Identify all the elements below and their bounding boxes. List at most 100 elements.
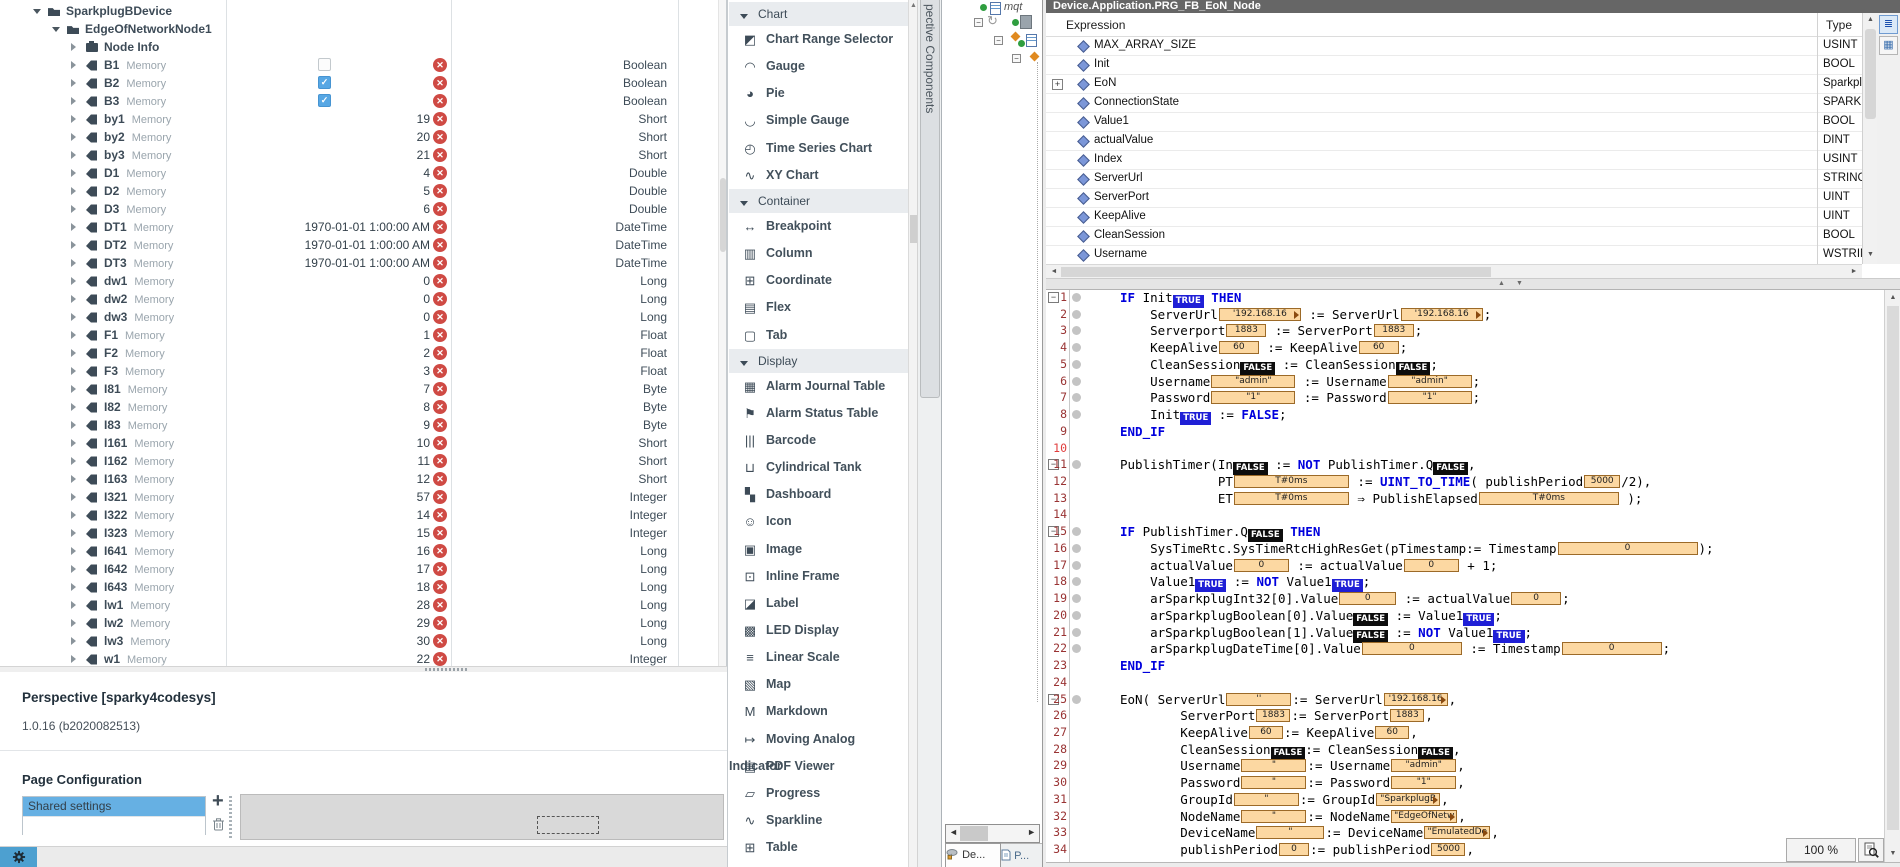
expand-arrow-icon[interactable] xyxy=(71,43,76,51)
list-resize-grip[interactable] xyxy=(229,796,232,838)
delete-tag-icon[interactable]: ✕ xyxy=(433,112,447,126)
tag-row-i163[interactable]: I163Memory12✕Short xyxy=(0,470,726,488)
delete-tag-icon[interactable]: ✕ xyxy=(433,130,447,144)
toolbox-item-tab[interactable]: ▢Tab xyxy=(729,322,908,349)
toolbox-item-linear-scale[interactable]: ≡Linear Scale xyxy=(729,644,908,671)
delete-tag-icon[interactable]: ✕ xyxy=(433,454,447,468)
column-header-type[interactable]: Type xyxy=(1826,18,1852,32)
scroll-down-arrow[interactable]: ▼ xyxy=(1885,850,1900,857)
tag-row-by3[interactable]: by3Memory21✕Short xyxy=(0,146,726,164)
tag-row-i643[interactable]: I643Memory18✕Long xyxy=(0,578,726,596)
delete-tag-icon[interactable]: ✕ xyxy=(433,166,447,180)
tag-row-i642[interactable]: I642Memory17✕Long xyxy=(0,560,726,578)
breakpoint-dot[interactable] xyxy=(1072,410,1081,419)
delete-tag-icon[interactable]: ✕ xyxy=(433,472,447,486)
list-item-empty[interactable] xyxy=(23,816,205,835)
delete-tag-icon[interactable]: ✕ xyxy=(433,436,447,450)
toolbox-section-chart[interactable]: Chart xyxy=(729,2,908,26)
declaration-row-connectionstate[interactable]: ConnectionStateSPARKPL xyxy=(1046,94,1862,113)
declaration-row-serverport[interactable]: ServerPortUINT xyxy=(1046,189,1862,208)
toolbox-item-label[interactable]: ◪Label xyxy=(729,590,908,617)
monitor-value-box[interactable]: 0 xyxy=(1511,592,1561,605)
expand-icon[interactable]: + xyxy=(1052,79,1063,90)
delete-tag-icon[interactable]: ✕ xyxy=(433,346,447,360)
toolbox-item-barcode[interactable]: |||Barcode xyxy=(729,427,908,454)
tag-row-i83[interactable]: I83Memory9✕Byte xyxy=(0,416,726,434)
breakpoint-dot[interactable] xyxy=(1072,594,1081,603)
toolbox-item-pdf-viewer[interactable]: ▤PDF Viewer xyxy=(729,753,908,780)
delete-tag-icon[interactable]: ✕ xyxy=(433,274,447,288)
expand-arrow-icon[interactable] xyxy=(71,655,76,663)
expand-arrow-icon[interactable] xyxy=(71,439,76,447)
tag-panel-scrollbar[interactable] xyxy=(718,0,727,666)
page-config-list[interactable]: Shared settings xyxy=(22,796,206,835)
tag-checkbox[interactable] xyxy=(318,58,331,71)
toolbox-item-simple-gauge[interactable]: ◡Simple Gauge xyxy=(729,107,908,134)
splitter-grip[interactable] xyxy=(425,668,469,671)
tag-row-b1[interactable]: B1Memory✕Boolean xyxy=(0,56,726,74)
expand-arrow-icon[interactable] xyxy=(71,205,76,213)
toolbox-item-markdown[interactable]: MMarkdown xyxy=(729,698,908,725)
toolbox-item-moving-analog-indicator[interactable]: ↦Moving Analog Indicator xyxy=(729,726,908,753)
expand-arrow-icon[interactable] xyxy=(71,331,76,339)
scrollbar-thumb[interactable] xyxy=(720,178,726,252)
tag-row-lw3[interactable]: lw3Memory30✕Long xyxy=(0,632,726,650)
expand-arrow-icon[interactable] xyxy=(71,97,76,105)
delete-tag-icon[interactable]: ✕ xyxy=(433,238,447,252)
toolbox-item-alarm-status-table[interactable]: ⚑Alarm Status Table xyxy=(729,400,908,427)
delete-tag-icon[interactable]: ✕ xyxy=(433,202,447,216)
tag-row-i322[interactable]: I322Memory14✕Integer xyxy=(0,506,726,524)
toolbox-item-coordinate[interactable]: ⊞Coordinate xyxy=(729,267,908,294)
breakpoint-dot[interactable] xyxy=(1072,326,1081,335)
expand-arrow-icon[interactable] xyxy=(71,583,76,591)
toolbox-item-table[interactable]: ⊞Table xyxy=(729,834,908,861)
collapse-up-arrow[interactable]: ▲ xyxy=(1498,280,1505,287)
delete-tag-icon[interactable]: ✕ xyxy=(433,418,447,432)
monitor-value-box[interactable]: T#0ms xyxy=(1479,492,1619,505)
collapse-down-arrow[interactable]: ▼ xyxy=(1516,280,1523,287)
monitor-value-box[interactable]: 0 xyxy=(1562,642,1662,655)
declaration-row-cleansession[interactable]: CleanSessionBOOL xyxy=(1046,227,1862,246)
delete-tag-icon[interactable]: ✕ xyxy=(433,634,447,648)
type-column-divider[interactable] xyxy=(1817,13,1818,264)
delete-tag-icon[interactable]: ✕ xyxy=(433,580,447,594)
tag-row-i641[interactable]: I641Memory16✕Long xyxy=(0,542,726,560)
monitor-value-box[interactable]: "EmulatedDe xyxy=(1424,826,1490,839)
tabular-view-button[interactable]: ▦ xyxy=(1879,36,1898,55)
monitor-value-box[interactable]: "EdgeOfNetw xyxy=(1391,810,1457,823)
declaration-row-max_array_size[interactable]: MAX_ARRAY_SIZEUSINT xyxy=(1046,37,1862,56)
toolbox-item-image[interactable]: ▣Image xyxy=(729,536,908,563)
breakpoint-dot[interactable] xyxy=(1072,460,1081,469)
delete-tag-icon[interactable]: ✕ xyxy=(433,364,447,378)
declaration-row-actualvalue[interactable]: actualValueDINT xyxy=(1046,132,1862,151)
monitor-value-box[interactable]: "1" xyxy=(1211,391,1295,404)
expand-arrow-icon[interactable] xyxy=(71,61,76,69)
breakpoint-dot[interactable] xyxy=(1072,544,1081,553)
toolbox-item-breakpoint[interactable]: ↔Breakpoint xyxy=(729,213,908,240)
declaration-hscrollbar[interactable]: ◄ ► xyxy=(1046,264,1862,279)
expand-arrow-icon[interactable] xyxy=(71,259,76,267)
expand-arrow-icon[interactable] xyxy=(71,475,76,483)
tag-row-dt2[interactable]: DT2Memory1970-01-01 1:00:00 AM✕DateTime xyxy=(0,236,726,254)
device-tree-hscrollbar[interactable]: ◄ ► xyxy=(945,824,1040,843)
monitor-value-box[interactable]: 0 xyxy=(1404,559,1459,572)
delete-tag-icon[interactable]: ✕ xyxy=(433,526,447,540)
tag-row-i82[interactable]: I82Memory8✕Byte xyxy=(0,398,726,416)
monitor-value-box[interactable]: '192.168.16 xyxy=(1384,693,1448,706)
expand-arrow-icon[interactable] xyxy=(71,637,76,645)
monitor-value-box[interactable]: " xyxy=(1234,793,1299,806)
tag-row-d3[interactable]: D3Memory6✕Double xyxy=(0,200,726,218)
tag-row-dt1[interactable]: DT1Memory1970-01-01 1:00:00 AM✕DateTime xyxy=(0,218,726,236)
scrollbar-thumb[interactable] xyxy=(1887,306,1899,830)
scroll-down-arrow[interactable]: ▼ xyxy=(1863,251,1878,258)
tree-collapse-box[interactable]: − xyxy=(974,18,983,27)
breakpoint-dot[interactable] xyxy=(1072,377,1081,386)
monitor-value-box[interactable]: 60 xyxy=(1219,341,1259,354)
monitor-value-box[interactable]: 60 xyxy=(1249,726,1283,739)
expand-arrow-icon[interactable] xyxy=(71,385,76,393)
toolbox-item-sparkline[interactable]: ∿Sparkline xyxy=(729,807,908,834)
expand-arrow-icon[interactable] xyxy=(71,619,76,627)
delete-tag-icon[interactable]: ✕ xyxy=(433,310,447,324)
expand-arrow-icon[interactable] xyxy=(71,169,76,177)
scrollbar-thumb[interactable] xyxy=(1061,267,1491,277)
